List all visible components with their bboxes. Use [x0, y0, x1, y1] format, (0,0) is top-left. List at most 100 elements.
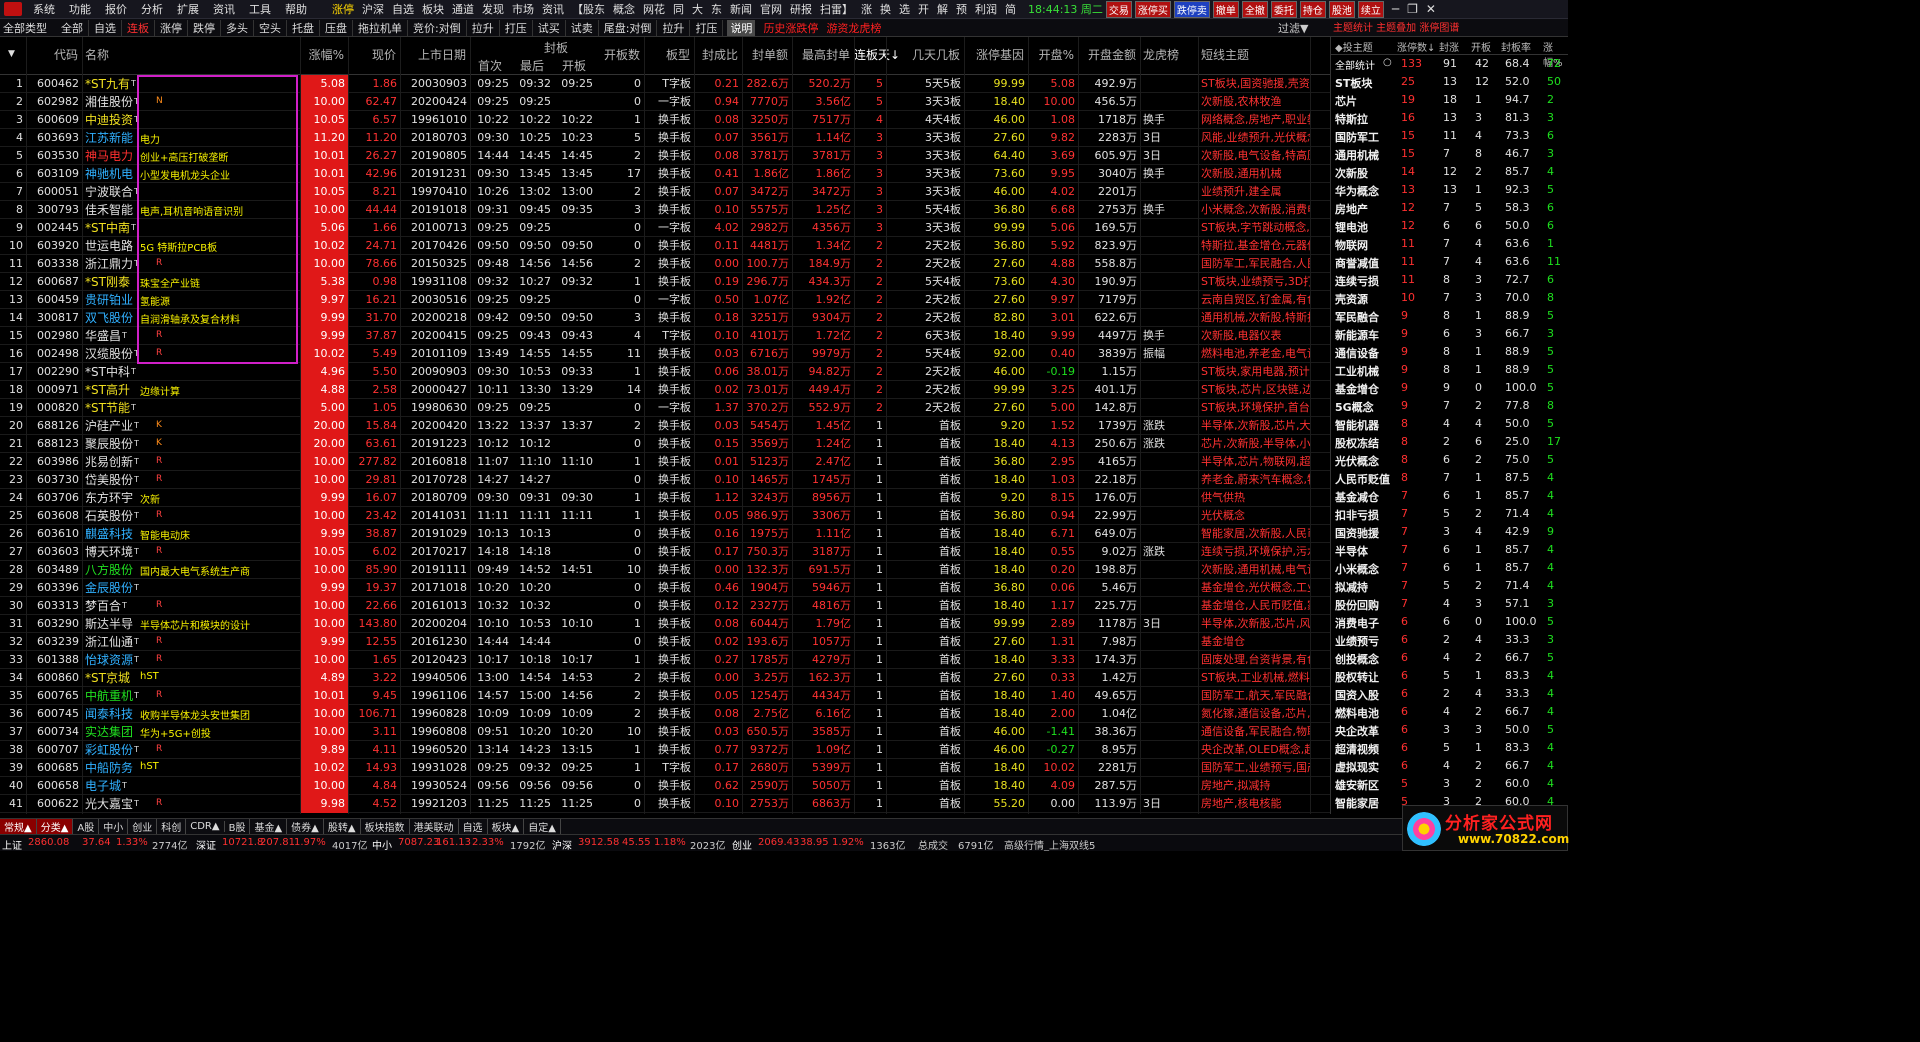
bottom-tab[interactable]: 创业 [128, 819, 158, 834]
header-ratio[interactable]: 封成比 [694, 37, 742, 75]
stock-name[interactable]: *ST中南 [85, 221, 130, 235]
filter-tab[interactable]: 压盘 [320, 19, 353, 36]
filter-tab[interactable]: 尾盘:对倒 [599, 19, 658, 36]
header-name[interactable]: 名称 [82, 37, 140, 75]
menu-analysis[interactable]: 分析 [134, 1, 170, 17]
stock-name[interactable]: 宁波联合 [85, 185, 133, 199]
bottom-tab[interactable]: 分类▲ [36, 819, 74, 834]
header-bt[interactable]: 板型 [644, 37, 694, 75]
bottom-tab[interactable]: 港美联动 [410, 819, 459, 834]
stock-name[interactable]: 汉缆股份 [85, 347, 133, 361]
bottom-tab[interactable]: A股 [73, 819, 100, 834]
market-tab[interactable]: 板块 [418, 1, 448, 17]
table-row[interactable]: 40 600658 电子城T 10.00 4.84 19930524 09:56 09:56 0… [0, 777, 1330, 795]
quick-button[interactable]: 持仓 [1299, 0, 1326, 18]
filter-tab[interactable]: 全部 [56, 19, 89, 36]
theme-row[interactable]: 雄安新区 5 3 2 60.0 4 [1331, 775, 1568, 793]
menu-help[interactable]: 帮助 [278, 1, 314, 17]
stock-name[interactable]: 聚辰股份 [85, 437, 133, 451]
stock-name[interactable]: *ST九有 [85, 77, 130, 91]
stock-name[interactable]: 浙江鼎力 [85, 257, 133, 271]
filter-tab[interactable]: 自选 [89, 19, 122, 36]
stock-name[interactable]: 博天环境 [85, 545, 133, 559]
filter-dropdown[interactable]: 过滤▼ [1278, 20, 1308, 36]
header-gene[interactable]: 涨停基因 [964, 37, 1028, 75]
theme-row[interactable]: 股权转让 6 5 1 83.3 4 [1331, 667, 1568, 685]
table-row[interactable]: 28 603489 八方股份 国内最大电气系统生产商 10.00 85.90 2019111… [0, 561, 1330, 579]
quick-button[interactable]: 跌停卖 [1173, 0, 1210, 18]
minimize-icon[interactable]: ─ [1392, 2, 1399, 16]
theme-header-3[interactable]: 开板 [1471, 39, 1491, 54]
filter-tab[interactable]: 拖拉机单 [353, 19, 408, 36]
theme-row[interactable]: 特斯拉 16 13 3 81.3 3 [1331, 109, 1568, 127]
theme-row[interactable]: 基金减仓 7 6 1 85.7 4 [1331, 487, 1568, 505]
stock-name[interactable]: 金辰股份 [85, 581, 133, 595]
theme-row[interactable]: 物联网 11 7 4 63.6 1 [1331, 235, 1568, 253]
menu-function[interactable]: 功能 [62, 1, 98, 17]
market-tab[interactable]: 概念 [609, 1, 639, 17]
header-price[interactable]: 现价 [348, 37, 400, 75]
table-row[interactable]: 17 002290 *ST中科T 4.96 5.50 20090903 09:30 10:53… [0, 363, 1330, 381]
table-row[interactable]: 36 600745 闻泰科技 收购半导体龙头安世集团 10.00 106.71 199608… [0, 705, 1330, 723]
table-row[interactable]: 19 000820 *ST节能T 5.00 1.05 19980630 09:25 09:25… [0, 399, 1330, 417]
table-row[interactable]: 26 603610 麒盛科技 智能电动床 9.99 38.87 20191029 10:13 1… [0, 525, 1330, 543]
stock-name[interactable]: *ST刚泰 [85, 275, 130, 289]
theme-row[interactable]: 国资入股 6 2 4 33.3 4 [1331, 685, 1568, 703]
market-tab[interactable]: 简 [1001, 1, 1020, 17]
header-theme[interactable]: 短线主题 [1198, 37, 1310, 75]
stock-name[interactable]: 江苏新能 [85, 131, 133, 145]
header-last[interactable]: 最后 [520, 57, 544, 74]
stock-name[interactable]: 贵研铂业 [85, 293, 133, 307]
stock-name[interactable]: 光大嘉宝 [85, 797, 133, 811]
header-max[interactable]: 最高封单 [792, 37, 854, 75]
theme-row[interactable]: 虚拟现实 6 4 2 66.7 4 [1331, 757, 1568, 775]
help-button[interactable]: 说明 [727, 19, 756, 36]
theme-row[interactable]: 创投概念 6 4 2 66.7 5 [1331, 649, 1568, 667]
market-tab[interactable]: 选 [895, 1, 914, 17]
table-row[interactable]: 31 603290 斯达半导 半导体芯片和模块的设计 10.00 143.80 202002… [0, 615, 1330, 633]
table-row[interactable]: 38 600707 彩虹股份T R 9.89 4.11 19960520 13:14 14:23… [0, 741, 1330, 759]
theme-row[interactable]: 次新股 14 12 2 85.7 4 [1331, 163, 1568, 181]
theme-row[interactable]: 国防军工 15 11 4 73.3 6 [1331, 127, 1568, 145]
market-tab[interactable]: 开 [914, 1, 933, 17]
market-tab[interactable]: 网花 [639, 1, 669, 17]
theme-row[interactable]: 股份回购 7 4 3 57.1 3 [1331, 595, 1568, 613]
theme-row[interactable]: 超清视频 6 5 1 83.3 4 [1331, 739, 1568, 757]
menu-system[interactable]: 系统 [26, 1, 62, 17]
bottom-tab[interactable]: 常规▲ [0, 819, 37, 834]
theme-tabs[interactable]: 主题统计 主题叠加 涨停图谱 [1333, 19, 1459, 34]
theme-row[interactable]: 锂电池 12 6 6 50.0 6 [1331, 217, 1568, 235]
market-tab[interactable]: 扫雷】 [816, 1, 857, 17]
market-tab[interactable]: 沪深 [358, 1, 388, 17]
market-tab[interactable]: 涨 [857, 1, 876, 17]
theme-row[interactable]: 芯片 19 18 1 94.7 2 [1331, 91, 1568, 109]
theme-row[interactable]: 小米概念 7 6 1 85.7 4 [1331, 559, 1568, 577]
quick-button[interactable]: 委托 [1270, 0, 1297, 18]
filter-tab[interactable]: 打压 [500, 19, 533, 36]
theme-row[interactable]: 股权冻结 8 2 6 25.0 17 [1331, 433, 1568, 451]
header-date[interactable]: 上市日期 [400, 37, 470, 75]
theme-row[interactable]: 新能源车 9 6 3 66.7 3 [1331, 325, 1568, 343]
theme-row[interactable]: 国资驰援 7 3 4 42.9 9 [1331, 523, 1568, 541]
market-tab[interactable]: 研报 [786, 1, 816, 17]
market-tab[interactable]: 自选 [388, 1, 418, 17]
theme-header-4[interactable]: 封板率 [1501, 39, 1531, 54]
stock-name[interactable]: 双飞股份 [85, 311, 133, 325]
stock-name[interactable]: 沪硅产业 [85, 419, 133, 433]
header-nd[interactable]: 几天几板 [886, 37, 964, 75]
history-limit-link[interactable]: 历史涨跌停 [763, 20, 818, 36]
theme-row[interactable]: 军民融合 9 8 1 88.9 5 [1331, 307, 1568, 325]
theme-row[interactable]: ST板块 25 13 12 52.0 50 [1331, 73, 1568, 91]
bottom-tab[interactable]: B股 [225, 819, 251, 834]
type-dropdown[interactable]: 全部类型 [0, 20, 56, 36]
menu-extend[interactable]: 扩展 [170, 1, 206, 17]
table-row[interactable]: 35 600765 中航重机T R 10.01 9.45 19961106 14:57 15:0… [0, 687, 1330, 705]
menu-tools[interactable]: 工具 [242, 1, 278, 17]
filter-tab[interactable]: 拉升 [657, 19, 691, 36]
filter-tab[interactable]: 空头 [254, 19, 287, 36]
theme-row[interactable]: 通用机械 15 7 8 46.7 3 [1331, 145, 1568, 163]
theme-row[interactable]: 扣非亏损 7 5 2 71.4 4 [1331, 505, 1568, 523]
header-open[interactable]: 开板 [562, 57, 586, 74]
market-tab[interactable]: 同 [669, 1, 688, 17]
theme-row[interactable]: 央企改革 6 3 3 50.0 5 [1331, 721, 1568, 739]
